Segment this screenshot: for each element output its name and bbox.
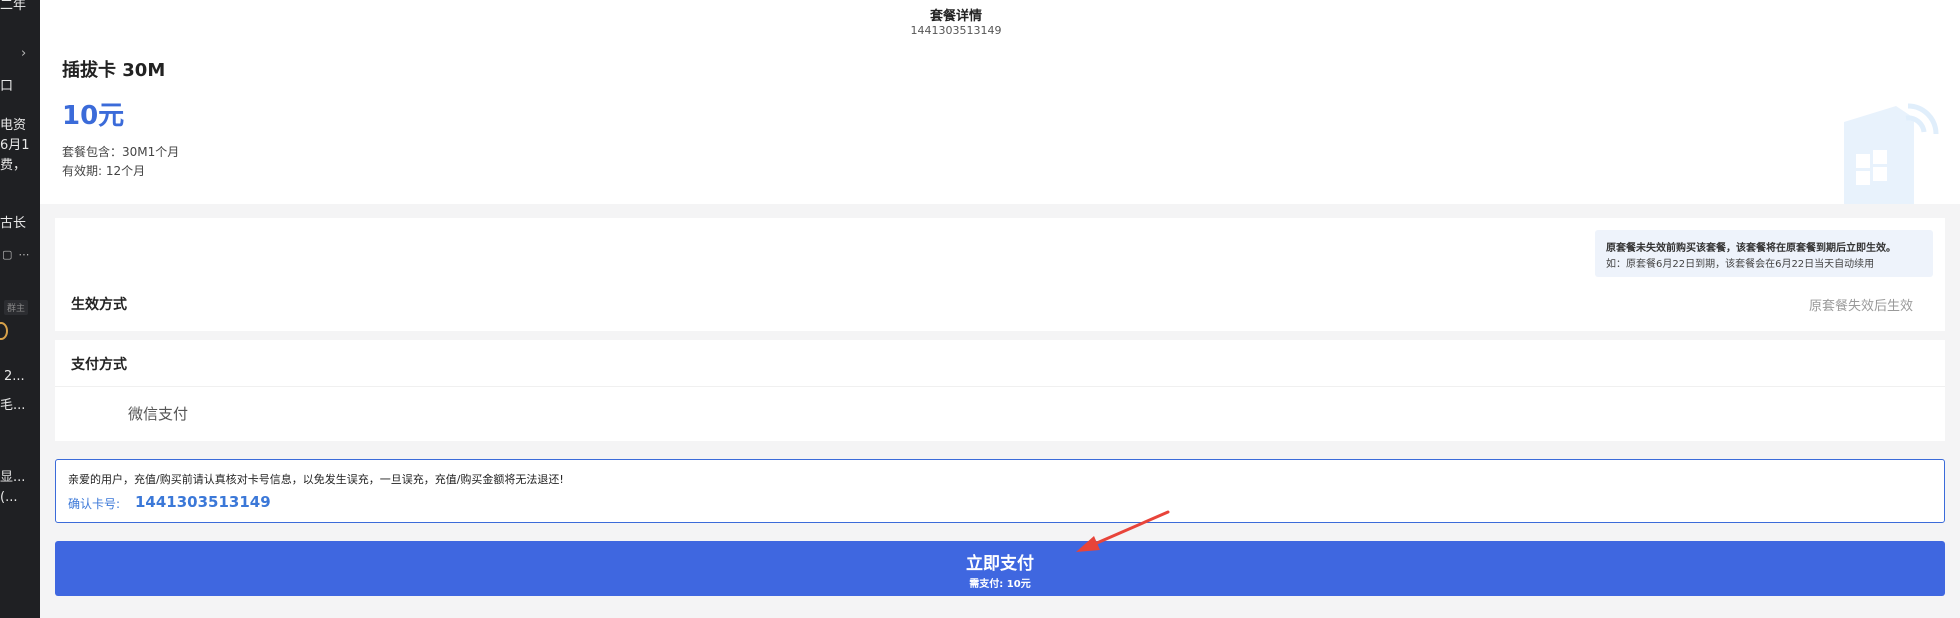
plan-price: 10元 [62, 101, 125, 131]
card-confirm-warning: 亲爱的用户，充值/购买前请认真核对卡号信息，以免发生误充，一旦误充，充值/购买金… [55, 459, 1945, 523]
plan-name: 插拔卡 30M [62, 60, 166, 81]
sidebar-text-fragment: 显... [0, 470, 26, 485]
effect-notice: 原套餐未失效前购买该套餐，该套餐将在原套餐到期后立即生效。 如：原套餐6月22日… [1595, 230, 1933, 277]
card-number: 1441303513149 [910, 24, 1002, 37]
sidebar-text-fragment: 电资 [0, 118, 27, 133]
sidebar-text-fragment: (... [0, 490, 18, 505]
avatar[interactable] [0, 322, 8, 340]
confirm-card-number: 1441303513149 [135, 493, 271, 511]
chevron-right-icon[interactable]: › [21, 46, 26, 61]
wechat-pay-option[interactable]: 微信支付 [128, 403, 188, 424]
sim-card-watermark-icon [1844, 103, 1939, 204]
effect-method-section: 原套餐未失效前购买该套餐，该套餐将在原套餐到期后立即生效。 如：原套餐6月22日… [55, 218, 1945, 331]
annotation-arrow-icon [1076, 510, 1170, 552]
sidebar-text-fragment: 毛... [0, 398, 26, 413]
warning-text: 亲爱的用户，充值/购买前请认真核对卡号信息，以免发生误充，一旦误充，充值/购买金… [68, 473, 564, 486]
group-owner-tag: 群主 [4, 300, 29, 315]
divider [55, 386, 1945, 387]
package-detail-header: 套餐详情 1441303513149 插拔卡 30M 10元 套餐包含：30M1… [40, 0, 1960, 204]
notice-example-text: 如：原套餐6月22日到期，该套餐会在6月22日当天自动续用 [1606, 259, 1875, 270]
confirm-card-label: 确认卡号: [68, 497, 121, 511]
left-sidebar-strip: 二年 › 口 电资 6月1 费， 古长 ▢⋯ 群主 2... 毛... 显...… [0, 0, 40, 618]
pay-now-label: 立即支付 [966, 554, 1034, 574]
page-title: 套餐详情 [929, 9, 982, 24]
notice-text: 原套餐未失效前购买该套餐，该套餐将在原套餐到期后立即生效。 [1606, 243, 1896, 254]
effect-method-value[interactable]: 原套餐失效后生效 [1809, 295, 1913, 314]
pay-now-button[interactable]: 立即支付 需支付: 10元 [55, 541, 1945, 596]
sidebar-text-fragment: 6月1 [0, 138, 30, 153]
chat-toolbar-icons[interactable]: ▢⋯ [2, 248, 35, 261]
payment-method-section: 支付方式 微信支付 [55, 340, 1945, 441]
sidebar-text-fragment: 口 [0, 79, 14, 94]
sidebar-text-fragment: 2... [4, 369, 25, 384]
pay-amount: 需支付: 10元 [969, 579, 1031, 590]
sidebar-text-fragment: 费， [0, 158, 27, 173]
sidebar-text-fragment: 古长 [0, 216, 27, 231]
payment-method-label: 支付方式 [71, 357, 127, 373]
sidebar-text-fragment: 二年 [0, 0, 27, 13]
plan-validity: 有效期: 12个月 [62, 164, 146, 178]
plan-contents: 套餐包含：30M1个月 [62, 145, 180, 159]
effect-method-label: 生效方式 [71, 297, 127, 313]
